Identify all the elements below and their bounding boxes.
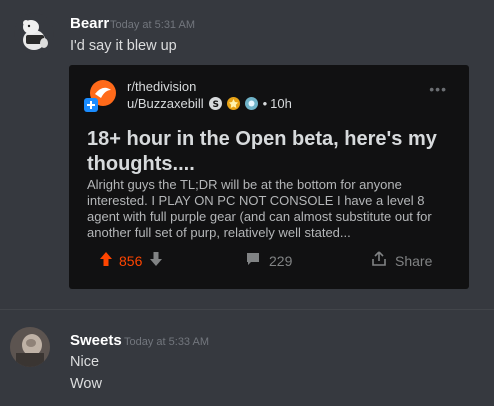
platinum-award-icon — [244, 97, 258, 110]
upvote-arrow-icon[interactable] — [99, 251, 113, 270]
post-title[interactable]: 18+ hour in the Open beta, here's my tho… — [87, 127, 457, 177]
author-line: u/Buzzaxebill S • 10h — [127, 96, 292, 111]
downvote-arrow-icon[interactable] — [149, 251, 163, 270]
avatar[interactable] — [14, 13, 54, 53]
username[interactable]: Bearr — [70, 15, 109, 32]
reddit-embed[interactable]: r/thedivision u/Buzzaxebill S • 10h ••• … — [69, 65, 469, 289]
comments-group[interactable]: 229 — [245, 251, 292, 270]
upvote-count: 856 — [119, 252, 143, 269]
message-text: Nice — [70, 354, 100, 370]
share-button[interactable]: Share — [371, 251, 432, 270]
message-text: Wow — [70, 376, 102, 392]
subreddit-avatar[interactable] — [83, 78, 117, 112]
post-body: Alright guys the TL;DR will be at the bo… — [87, 177, 432, 240]
message-text: I'd say it blew up — [70, 38, 177, 54]
separator-dot: • — [262, 96, 268, 111]
username[interactable]: Sweets — [70, 332, 122, 349]
avatar[interactable] — [10, 327, 50, 367]
message-bearr: Bearr Today at 5:31 AM I'd say it blew u… — [0, 0, 494, 300]
comment-count: 229 — [269, 252, 293, 269]
subreddit-name[interactable]: r/thedivision — [127, 79, 196, 94]
gold-award-icon — [226, 97, 240, 110]
message-sweets: Sweets Today at 5:33 AM Nice Wow — [0, 310, 494, 406]
post-age: 10h — [270, 96, 292, 111]
more-options-icon[interactable]: ••• — [429, 81, 447, 97]
post-stats: 856 229 Share — [69, 251, 469, 271]
author-name[interactable]: u/Buzzaxebill — [127, 96, 204, 111]
share-icon — [371, 251, 387, 270]
silver-award-icon: S — [208, 97, 222, 110]
timestamp: Today at 5:31 AM — [110, 19, 195, 31]
timestamp: Today at 5:33 AM — [124, 336, 209, 348]
comment-icon — [245, 251, 261, 270]
upvote-group: 856 — [99, 251, 163, 270]
svg-text:S: S — [212, 100, 218, 110]
share-label: Share — [395, 252, 433, 269]
